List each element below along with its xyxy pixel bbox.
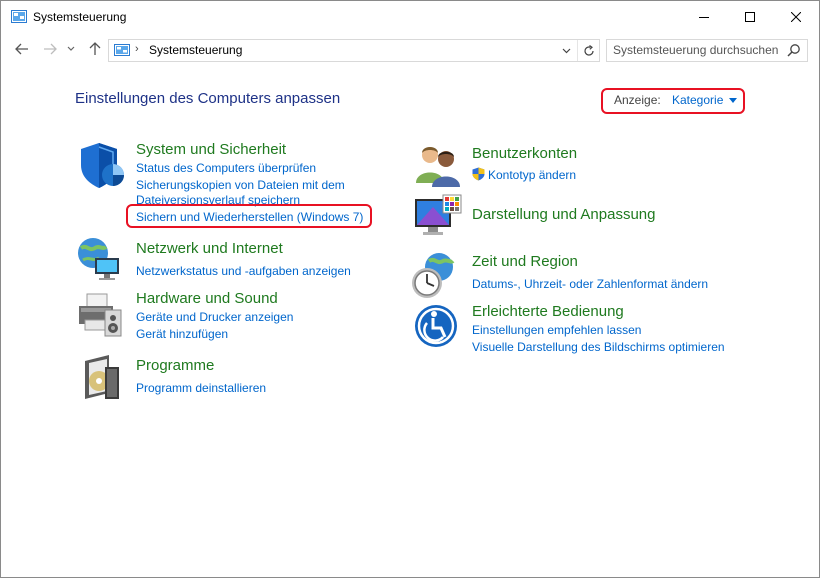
maximize-button[interactable] [727, 1, 773, 33]
address-dropdown-button[interactable] [559, 44, 573, 58]
link-backup-restore-windows7[interactable]: Sichern und Wiederherstellen (Windows 7) [136, 210, 363, 224]
uac-shield-icon [472, 167, 485, 181]
category-appearance-personalization[interactable]: Darstellung und Anpassung [472, 206, 655, 223]
maximize-icon [745, 12, 755, 22]
link-add-device[interactable]: Gerät hinzufügen [136, 327, 228, 341]
minimize-icon [699, 17, 709, 18]
close-icon [791, 12, 801, 22]
search-placeholder: Systemsteuerung durchsuchen [613, 43, 779, 57]
page-title: Einstellungen des Computers anpassen [75, 90, 341, 107]
link-devices-printers[interactable]: Geräte und Drucker anzeigen [136, 310, 293, 324]
programs-disc-icon[interactable] [79, 353, 129, 403]
refresh-button[interactable] [577, 40, 599, 61]
link-change-account-type[interactable]: Kontotyp ändern [488, 168, 576, 182]
chevron-down-icon [562, 48, 570, 54]
forward-button[interactable] [40, 39, 60, 59]
close-button[interactable] [773, 1, 819, 33]
link-recommend-settings[interactable]: Einstellungen empfehlen lassen [472, 323, 641, 337]
up-arrow-icon [89, 42, 101, 55]
breadcrumb[interactable]: Systemsteuerung [149, 43, 242, 57]
refresh-icon [583, 44, 594, 56]
window-title: Systemsteuerung [33, 10, 127, 24]
ease-of-access-icon[interactable] [413, 301, 463, 351]
title-bar: Systemsteuerung [1, 1, 819, 33]
navigation-bar: › Systemsteuerung Systemsteuerung durchs… [1, 34, 819, 66]
category-programs[interactable]: Programme [136, 357, 214, 374]
up-button[interactable] [85, 39, 105, 59]
chevron-down-icon [67, 46, 75, 51]
minimize-button[interactable] [681, 1, 727, 33]
link-check-computer-status[interactable]: Status des Computers überprüfen [136, 161, 316, 175]
forward-arrow-icon [44, 43, 57, 55]
control-panel-icon [114, 44, 130, 56]
search-icon[interactable] [787, 43, 801, 57]
category-system-security[interactable]: System und Sicherheit [136, 141, 286, 158]
link-network-status[interactable]: Netzwerkstatus und -aufgaben anzeigen [136, 264, 351, 278]
network-globe-icon[interactable] [75, 236, 125, 286]
link-uninstall-program[interactable]: Programm deinstallieren [136, 381, 266, 395]
breadcrumb-separator: › [135, 43, 139, 55]
control-panel-window: Systemsteuerung › Systemsteuerung System… [0, 0, 820, 578]
link-optimize-visual-display[interactable]: Visuelle Darstellung des Bildschirms opt… [472, 340, 725, 354]
search-input[interactable]: Systemsteuerung durchsuchen [606, 39, 808, 62]
view-by-label: Anzeige: [614, 93, 661, 107]
link-file-history-line1[interactable]: Sicherungskopien von Dateien mit dem [136, 178, 345, 192]
category-hardware-sound[interactable]: Hardware und Sound [136, 290, 278, 307]
recent-locations-button[interactable] [64, 39, 78, 59]
clock-globe-icon[interactable] [411, 251, 461, 301]
category-ease-of-access[interactable]: Erleichterte Bedienung [472, 303, 624, 320]
link-date-time-format[interactable]: Datums-, Uhrzeit- oder Zahlenformat ände… [472, 277, 708, 291]
shield-security-icon[interactable] [77, 141, 127, 191]
back-button[interactable] [12, 39, 32, 59]
view-by-selector[interactable]: Anzeige: Kategorie [601, 88, 745, 114]
address-bar[interactable]: › Systemsteuerung [108, 39, 600, 62]
category-user-accounts[interactable]: Benutzerkonten [472, 145, 577, 162]
display-personalization-icon[interactable] [413, 193, 463, 243]
category-time-region[interactable]: Zeit und Region [472, 253, 578, 270]
category-network-internet[interactable]: Netzwerk und Internet [136, 240, 283, 257]
printer-speaker-icon[interactable] [75, 290, 125, 340]
back-arrow-icon [15, 43, 28, 55]
user-accounts-icon[interactable] [413, 141, 463, 191]
dropdown-arrow-icon[interactable] [729, 98, 737, 103]
view-by-value[interactable]: Kategorie [672, 93, 723, 107]
control-panel-icon [11, 10, 27, 23]
